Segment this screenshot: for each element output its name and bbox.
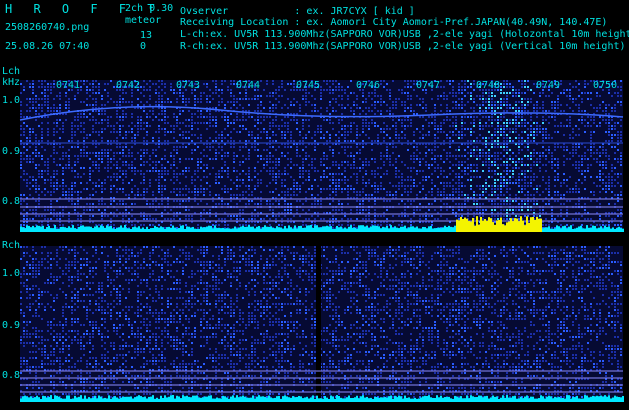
spectrogram-canvas <box>19 80 624 402</box>
time-tick-0747: 0747 <box>416 80 441 91</box>
time-tick-0741: 0741 <box>56 80 81 91</box>
time-tick-0742: 0742 <box>116 80 141 91</box>
time-tick-0746: 0746 <box>356 80 381 91</box>
time-tick-0744: 0744 <box>236 80 261 91</box>
time-tick-0745: 0745 <box>296 80 321 91</box>
lch-background <box>20 80 623 232</box>
rch-dropout-band <box>316 246 321 402</box>
rch-spectrogram <box>20 246 623 402</box>
time-tick-0749: 0749 <box>536 80 561 91</box>
time-tick-0750: 0750 <box>593 80 618 91</box>
lch-spectrogram <box>20 80 623 232</box>
time-tick-0748: 0748 <box>476 80 501 91</box>
time-tick-0743: 0743 <box>176 80 201 91</box>
